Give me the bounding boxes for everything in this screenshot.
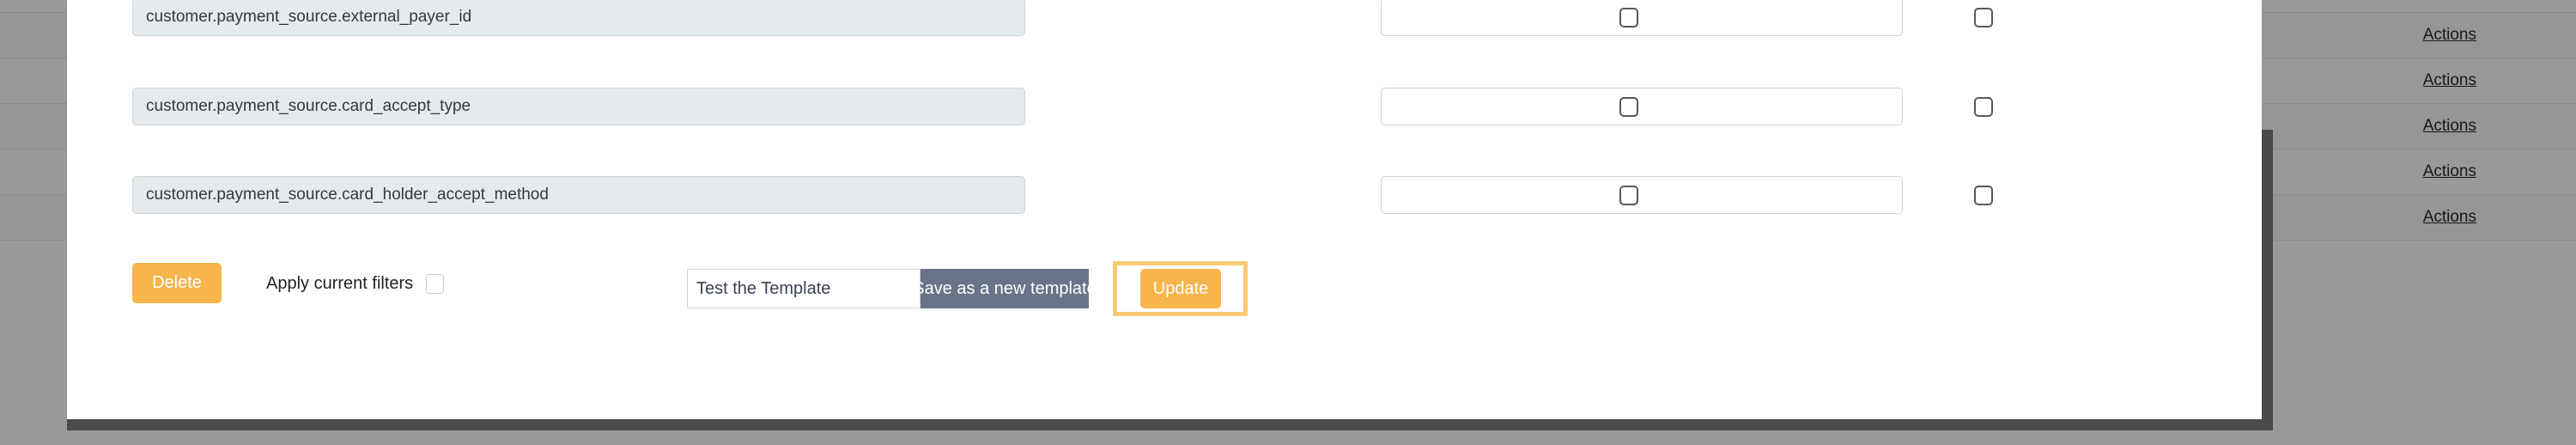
edit-template-modal: customer.payment_source.external_payer_i… (67, 0, 2262, 419)
test-template-input[interactable]: Test the Template (687, 269, 920, 308)
template-field-row: customer.payment_source.external_payer_i… (132, 0, 2193, 36)
field-checkbox-column-b[interactable] (1974, 186, 1993, 205)
apply-current-filters-label: Apply current filters (266, 274, 414, 293)
field-name-label: customer.payment_source.card_holder_acce… (132, 176, 1025, 214)
field-name-label: customer.payment_source.card_accept_type (132, 88, 1025, 125)
apply-current-filters-checkbox[interactable] (426, 274, 445, 294)
field-checkbox-column-a[interactable] (1619, 97, 1638, 117)
modal-action-bar: Delete Apply current filters Test the Te… (132, 261, 2193, 316)
field-value-input[interactable] (1381, 0, 1903, 36)
field-checkbox-column-a[interactable] (1619, 8, 1638, 27)
delete-button[interactable]: Delete (132, 263, 222, 303)
field-value-input[interactable] (1381, 176, 1903, 214)
apply-current-filters-group: Apply current filters (266, 274, 445, 294)
template-field-row: customer.payment_source.card_accept_type (132, 88, 2193, 125)
field-value-input[interactable] (1381, 88, 1903, 125)
modal-footer-bar (67, 419, 2262, 430)
template-field-row: customer.payment_source.card_holder_acce… (132, 176, 2193, 214)
field-checkbox-column-b[interactable] (1974, 8, 1993, 27)
update-button[interactable]: Update (1140, 269, 1221, 308)
modal-right-shadow (2262, 130, 2273, 430)
field-checkbox-column-a[interactable] (1619, 186, 1638, 205)
field-checkbox-column-b[interactable] (1974, 97, 1993, 117)
field-name-label: customer.payment_source.external_payer_i… (132, 0, 1025, 36)
save-as-new-template-button[interactable]: Save as a new template (913, 269, 1097, 308)
